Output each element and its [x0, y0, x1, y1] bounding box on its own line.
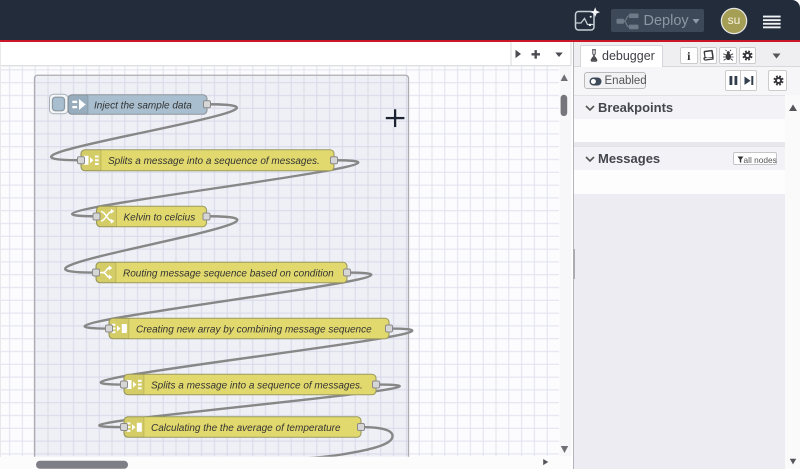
- svg-text:Splits a message into a sequen: Splits a message into a sequence of mess…: [108, 156, 320, 167]
- svg-text:Calculating the the average of: Calculating the the average of temperatu…: [151, 423, 341, 434]
- svg-text:Splits a message into a sequen: Splits a message into a sequence of mess…: [151, 381, 363, 392]
- svg-text:Kelvin to celcius: Kelvin to celcius: [124, 212, 196, 223]
- svg-text:Inject the sample data: Inject the sample data: [94, 100, 192, 111]
- svg-text:Routing message sequence based: Routing message sequence based on condit…: [123, 269, 334, 280]
- svg-text:Creating new array by combinin: Creating new array by combining message …: [136, 325, 372, 336]
